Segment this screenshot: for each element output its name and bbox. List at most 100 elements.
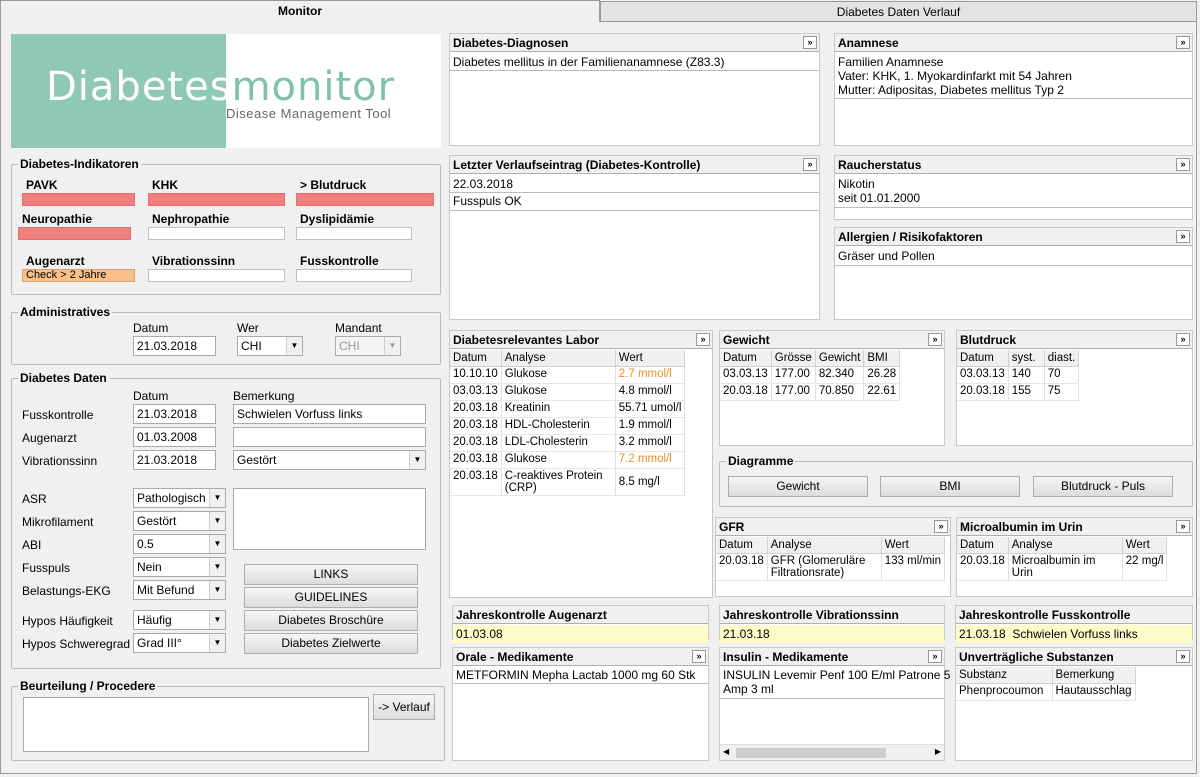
- double-chevron-right-icon[interactable]: »: [928, 650, 942, 663]
- blutdruck-header: Blutdruck»: [957, 331, 1192, 349]
- labor-col-datum[interactable]: Datum: [450, 350, 502, 367]
- chevron-down-icon[interactable]: ▼: [286, 337, 302, 355]
- double-chevron-right-icon[interactable]: »: [1176, 333, 1190, 346]
- administratives-title: Administratives: [20, 305, 111, 319]
- hypos-haeufigkeit-select[interactable]: Häufig ▼: [133, 610, 226, 630]
- tab-diabetes-daten-verlauf[interactable]: Diabetes Daten Verlauf: [600, 1, 1197, 21]
- gewicht-col-gewicht[interactable]: Gewicht: [815, 350, 865, 367]
- diagramm-blutdruck-puls-button[interactable]: Blutdruck - Puls: [1033, 476, 1173, 497]
- insulin-horizontal-scrollbar[interactable]: ◀ ▶: [720, 744, 944, 760]
- beurteilung-textarea[interactable]: [23, 697, 369, 752]
- scroll-right-icon[interactable]: ▶: [935, 747, 941, 756]
- chevron-down-icon[interactable]: ▼: [209, 489, 225, 507]
- table-row[interactable]: 03.03.13 Glukose 4.8 mmol/l: [450, 383, 686, 401]
- links-button[interactable]: LINKS: [244, 564, 418, 585]
- verlauf-button[interactable]: -> Verlauf: [373, 694, 435, 720]
- table-row[interactable]: 20.03.18 C-reaktives Protein (CRP) 8.5 mg/…: [450, 468, 686, 496]
- indicator-pavk-label: PAVK: [26, 178, 58, 192]
- double-chevron-right-icon[interactable]: »: [1176, 230, 1190, 243]
- raucherstatus-line: Nikotin: [838, 177, 875, 191]
- table-row[interactable]: 20.03.18 Kreatinin 55.71 umol/l: [450, 400, 686, 418]
- indicator-nephropathie-label: Nephropathie: [152, 212, 230, 226]
- vibrationssinn-datum-input[interactable]: 21.03.2018: [133, 450, 216, 470]
- unvertraegliche-substanzen-header: Unverträgliche Substanzen»: [956, 648, 1192, 666]
- table-row[interactable]: 20.03.18 155 75: [957, 383, 1080, 401]
- scroll-left-icon[interactable]: ◀: [723, 747, 729, 756]
- anamnese-line: Vater: KHK, 1. Myokardinfarkt mit 54 Jah…: [838, 69, 1072, 83]
- labor-panel: Diabetesrelevantes Labor» Datum Analyse …: [449, 330, 713, 598]
- blutdruck-col-syst[interactable]: syst.: [1008, 350, 1045, 367]
- tab-monitor[interactable]: Monitor: [0, 0, 600, 22]
- orale-medikamente-line: METFORMIN Mepha Lactab 1000 mg 60 Stk: [456, 668, 696, 682]
- table-row[interactable]: 10.10.10 Glukose 2.7 mmol/l: [450, 366, 686, 384]
- diagramm-gewicht-button[interactable]: Gewicht: [728, 476, 868, 497]
- gewicht-col-datum[interactable]: Datum: [720, 350, 772, 367]
- indicator-fusskontrolle-label: Fusskontrolle: [300, 254, 379, 268]
- double-chevron-right-icon[interactable]: »: [1176, 650, 1190, 663]
- diabetes-zielwerte-button[interactable]: Diabetes Zielwerte: [244, 633, 418, 654]
- double-chevron-right-icon[interactable]: »: [1176, 158, 1190, 171]
- anamnese-line: Familien Anamnese: [838, 55, 944, 69]
- admin-wer-select[interactable]: CHI ▼: [237, 336, 303, 356]
- chevron-down-icon[interactable]: ▼: [209, 558, 225, 576]
- double-chevron-right-icon[interactable]: »: [803, 36, 817, 49]
- table-row[interactable]: 20.03.18 HDL-Cholesterin 1.9 mmol/l: [450, 417, 686, 435]
- augenarzt-datum-input[interactable]: 01.03.2008: [133, 427, 216, 447]
- double-chevron-right-icon[interactable]: »: [928, 333, 942, 346]
- double-chevron-right-icon[interactable]: »: [803, 158, 817, 171]
- microalbumin-col-datum[interactable]: Datum: [957, 537, 1009, 554]
- labor-col-wert[interactable]: Wert: [615, 350, 686, 367]
- double-chevron-right-icon[interactable]: »: [1176, 520, 1190, 533]
- table-row[interactable]: 20.03.18 177.00 70.850 22.61: [720, 383, 901, 401]
- chevron-down-icon[interactable]: ▼: [209, 634, 225, 652]
- chevron-down-icon[interactable]: ▼: [209, 535, 225, 553]
- admin-wer-label: Wer: [237, 321, 259, 335]
- labor-col-analyse[interactable]: Analyse: [501, 350, 616, 367]
- asr-select[interactable]: Pathologisch ▼: [133, 488, 226, 508]
- table-row[interactable]: 20.03.18 GFR (Glomeruläre Filtrationsrate…: [716, 553, 946, 581]
- chevron-down-icon[interactable]: ▼: [409, 451, 425, 469]
- table-row[interactable]: 03.03.13 177.00 82.340 26.28: [720, 366, 901, 384]
- table-row[interactable]: 03.03.13 140 70: [957, 366, 1080, 384]
- fusskontrolle-bemerkung-input[interactable]: Schwielen Vorfuss links: [233, 404, 426, 424]
- diabetesmonitor-logo: Diabetesmonitor Disease Management Tool: [11, 34, 441, 148]
- fusskontrolle-datum-input[interactable]: 21.03.2018: [133, 404, 216, 424]
- fusspuls-select[interactable]: Nein ▼: [133, 557, 226, 577]
- gfr-col-wert[interactable]: Wert: [881, 537, 946, 554]
- guidelines-button[interactable]: GUIDELINES: [244, 587, 418, 608]
- vibrationssinn-select[interactable]: Gestört ▼: [233, 450, 426, 470]
- microalbumin-col-wert[interactable]: Wert: [1122, 537, 1168, 554]
- mikrofilament-select[interactable]: Gestört ▼: [133, 511, 226, 531]
- scrollbar-thumb[interactable]: [736, 748, 886, 758]
- double-chevron-right-icon[interactable]: »: [934, 520, 948, 533]
- table-row[interactable]: 20.03.18 LDL-Cholesterin 3.2 mmol/l: [450, 434, 686, 452]
- table-row[interactable]: 20.03.18 Glukose 7.2 mmol/l: [450, 451, 686, 469]
- double-chevron-right-icon[interactable]: »: [696, 333, 710, 346]
- indicator-vibrationssinn: [148, 269, 285, 282]
- gfr-col-analyse[interactable]: Analyse: [767, 537, 882, 554]
- diagramm-bmi-button[interactable]: BMI: [880, 476, 1020, 497]
- table-row[interactable]: 20.03.18 Microalbumin im Urin 22 mg/l: [957, 553, 1168, 581]
- blutdruck-col-datum[interactable]: Datum: [957, 350, 1009, 367]
- chevron-down-icon[interactable]: ▼: [209, 611, 225, 629]
- diabetes-broschuere-button[interactable]: Diabetes Broschüre: [244, 610, 418, 631]
- hypos-schweregrad-select[interactable]: Grad III° ▼: [133, 633, 226, 653]
- table-row[interactable]: Phenprocoumon Hautausschlag: [956, 683, 1136, 701]
- belastungs-ekg-select[interactable]: Mit Befund ▼: [133, 580, 226, 600]
- microalbumin-col-analyse[interactable]: Analyse: [1008, 537, 1123, 554]
- gfr-col-datum[interactable]: Datum: [716, 537, 768, 554]
- double-chevron-right-icon[interactable]: »: [692, 650, 706, 663]
- admin-datum-input[interactable]: 21.03.2018: [133, 336, 216, 356]
- abi-select[interactable]: 0.5 ▼: [133, 534, 226, 554]
- substanz-col[interactable]: Substanz: [956, 667, 1053, 684]
- abi-label: ABI: [22, 538, 42, 552]
- augenarzt-bemerkung-input[interactable]: [233, 427, 426, 447]
- bemerkung-col[interactable]: Bemerkung: [1052, 667, 1136, 684]
- chevron-down-icon[interactable]: ▼: [209, 512, 225, 530]
- gewicht-col-bmi[interactable]: BMI: [863, 350, 901, 367]
- asr-notes-textarea[interactable]: [233, 488, 426, 550]
- chevron-down-icon[interactable]: ▼: [209, 581, 225, 599]
- gewicht-col-groesse[interactable]: Grösse: [771, 350, 816, 367]
- blutdruck-col-diast[interactable]: diast.: [1044, 350, 1080, 367]
- double-chevron-right-icon[interactable]: »: [1176, 36, 1190, 49]
